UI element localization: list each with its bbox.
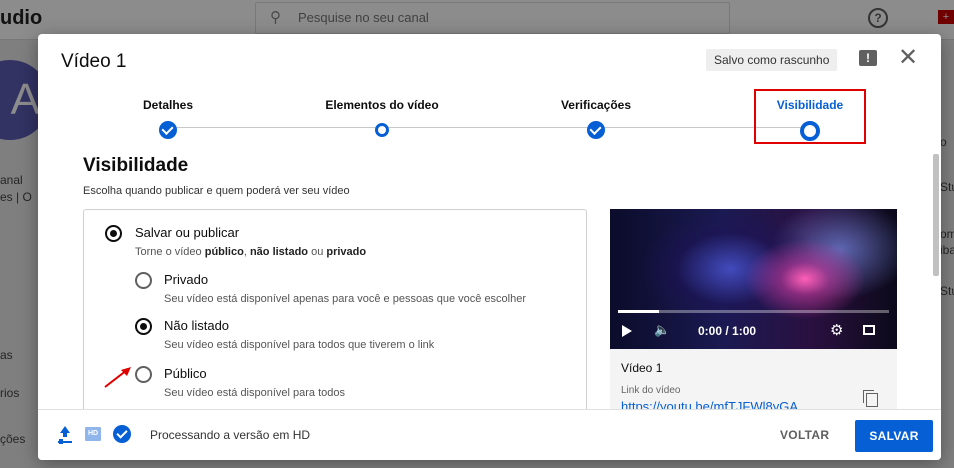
arrow-annotation — [104, 367, 131, 388]
step-label: Detalhes — [142, 98, 194, 112]
option-label: Não listado — [164, 318, 230, 333]
upload-icon — [58, 426, 72, 442]
gear-icon[interactable]: ⚙ — [830, 321, 843, 339]
video-progress-bar[interactable] — [618, 310, 889, 313]
option-label: Público — [164, 366, 207, 381]
video-controls: 🔈 0:00 / 1:00 ⚙ — [610, 321, 897, 345]
upload-dialog: Vídeo 1 Salvo como rascunho ! ✕ Detalhes… — [38, 34, 941, 460]
dialog-footer: HD Processando a versão em HD VOLTAR SAL… — [38, 409, 941, 460]
fullscreen-icon[interactable] — [863, 325, 875, 335]
back-button[interactable]: VOLTAR — [780, 424, 829, 446]
highlight-annotation — [754, 89, 866, 144]
stepper-track — [168, 127, 808, 128]
upload-icon-base — [58, 441, 72, 443]
save-button[interactable]: SALVAR — [855, 420, 933, 452]
section-subtitle: Escolha quando publicar e quem poderá ve… — [83, 185, 350, 197]
close-icon[interactable]: ✕ — [898, 46, 918, 70]
preview-video-title: Vídeo 1 — [621, 361, 663, 375]
video-preview-card: 🔈 0:00 / 1:00 ⚙ Vídeo 1 Link do vídeo ht… — [610, 209, 897, 409]
hd-icon: HD — [85, 427, 101, 441]
video-player[interactable]: 🔈 0:00 / 1:00 ⚙ — [610, 209, 897, 349]
radio-private[interactable] — [135, 272, 152, 289]
feedback-icon[interactable]: ! — [859, 50, 877, 66]
step-pending-icon — [375, 123, 389, 137]
step-video-elements[interactable]: Elementos do vídeo — [302, 98, 462, 137]
dialog-title: Vídeo 1 — [61, 51, 127, 72]
visibility-section: Visibilidade Escolha quando publicar e q… — [38, 152, 941, 409]
saved-draft-badge: Salvo como rascunho — [706, 49, 838, 71]
radio-unlisted[interactable] — [135, 318, 152, 335]
volume-icon[interactable]: 🔈 — [654, 322, 670, 338]
step-done-icon — [159, 121, 177, 139]
visibility-options: Salvar ou publicar Torne o vídeo público… — [83, 209, 587, 409]
processing-status: Processando a versão em HD — [150, 428, 311, 442]
option-description: Seu vídeo está disponível apenas para vo… — [164, 293, 527, 305]
step-done-icon — [587, 121, 605, 139]
step-details[interactable]: Detalhes — [88, 98, 248, 139]
video-link[interactable]: https://youtu.be/mfTJFWl8yGA — [621, 399, 798, 409]
step-checks[interactable]: Verificações — [516, 98, 676, 139]
step-label: Verificações — [560, 98, 632, 112]
option-description: Seu vídeo está disponível para todos que… — [164, 339, 435, 351]
content-scrollbar[interactable] — [933, 154, 939, 276]
video-time: 0:00 / 1:00 — [698, 324, 757, 338]
check-circle-icon — [113, 425, 131, 443]
option-label: Privado — [164, 272, 209, 287]
step-label: Elementos do vídeo — [325, 98, 439, 112]
radio-save-publish[interactable] — [105, 225, 122, 242]
copy-icon[interactable] — [863, 390, 878, 407]
option-description: Seu vídeo está disponível para todos — [164, 387, 346, 399]
option-label: Salvar ou publicar — [135, 225, 240, 240]
option-description: Torne o vídeo público, não listado ou pr… — [135, 246, 367, 258]
section-title: Visibilidade — [83, 155, 189, 176]
play-icon[interactable] — [622, 325, 632, 337]
radio-public[interactable] — [135, 366, 152, 383]
video-link-label: Link do vídeo — [621, 385, 681, 396]
